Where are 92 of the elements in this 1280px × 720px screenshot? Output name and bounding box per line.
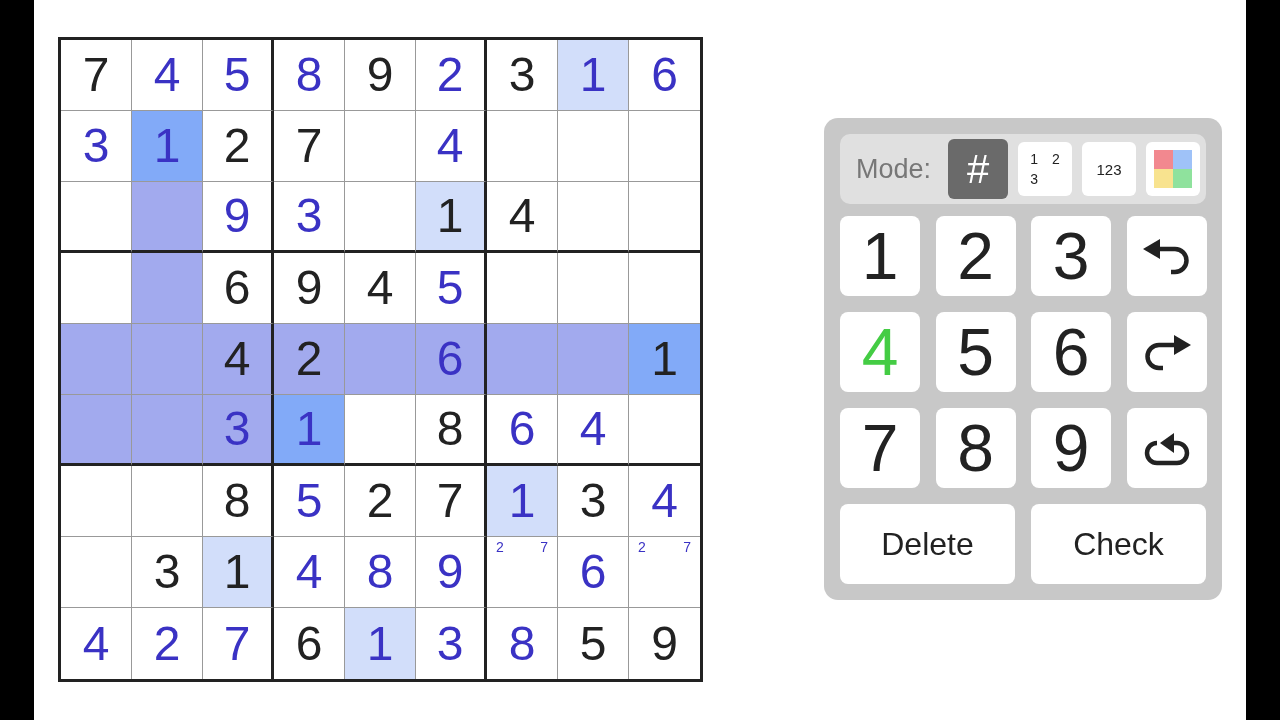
sudoku-cell[interactable]: 6: [558, 537, 629, 608]
pencil-mark: 2: [496, 540, 504, 554]
redo-icon: [1142, 333, 1191, 371]
delete-button[interactable]: Delete: [840, 504, 1015, 584]
sudoku-cell[interactable]: 3: [487, 40, 558, 111]
color-mode-button[interactable]: [1146, 142, 1201, 196]
sudoku-cell[interactable]: [345, 324, 416, 395]
digit-key[interactable]: 2: [935, 216, 1016, 296]
mode-label: Mode:: [856, 152, 932, 186]
undo-button[interactable]: [1126, 216, 1207, 296]
sudoku-cell[interactable]: [132, 253, 203, 324]
sudoku-cell[interactable]: 6: [203, 253, 274, 324]
sudoku-cell[interactable]: [132, 466, 203, 537]
sudoku-cell[interactable]: [558, 111, 629, 182]
sudoku-cell[interactable]: [558, 253, 629, 324]
digit-key[interactable]: 1: [840, 216, 920, 296]
sudoku-cell[interactable]: 2: [345, 466, 416, 537]
sudoku-cell[interactable]: 2 7: [487, 537, 558, 608]
sudoku-cell[interactable]: 8: [274, 40, 345, 111]
sudoku-cell[interactable]: 4: [274, 537, 345, 608]
sudoku-cell[interactable]: 4: [558, 395, 629, 466]
sudoku-cell[interactable]: 4: [416, 111, 487, 182]
sudoku-cell[interactable]: 2: [416, 40, 487, 111]
sudoku-cell[interactable]: 5: [203, 40, 274, 111]
sudoku-cell[interactable]: [487, 324, 558, 395]
sudoku-cell[interactable]: 7: [274, 111, 345, 182]
sudoku-cell[interactable]: [132, 182, 203, 253]
sudoku-cell[interactable]: 3: [203, 395, 274, 466]
restart-button[interactable]: [1126, 408, 1207, 488]
sudoku-cell[interactable]: [558, 182, 629, 253]
sudoku-cell[interactable]: 1: [132, 111, 203, 182]
sudoku-cell[interactable]: 4: [345, 253, 416, 324]
sudoku-cell[interactable]: 1: [487, 466, 558, 537]
sudoku-cell[interactable]: [345, 395, 416, 466]
pencil-mark: 2: [638, 540, 646, 554]
sudoku-cell[interactable]: 5: [274, 466, 345, 537]
sudoku-cell[interactable]: [487, 111, 558, 182]
sudoku-cell[interactable]: 4: [487, 182, 558, 253]
sudoku-cell[interactable]: [61, 253, 132, 324]
undo-icon: [1142, 237, 1191, 275]
sudoku-cell[interactable]: 7: [416, 466, 487, 537]
pencil-mark: 7: [540, 540, 548, 554]
sudoku-cell[interactable]: 5: [416, 253, 487, 324]
digit-key[interactable]: 3: [1031, 216, 1111, 296]
digit-mode-button[interactable]: #: [948, 139, 1009, 199]
sudoku-cell[interactable]: 4: [132, 40, 203, 111]
sudoku-cell[interactable]: 9: [203, 182, 274, 253]
sudoku-cell[interactable]: 1: [203, 537, 274, 608]
sudoku-cell[interactable]: [61, 537, 132, 608]
sudoku-cell[interactable]: 3: [61, 111, 132, 182]
sudoku-cell[interactable]: [132, 395, 203, 466]
check-button[interactable]: Check: [1031, 504, 1206, 584]
sudoku-cell[interactable]: 3: [132, 537, 203, 608]
sudoku-cell[interactable]: 4: [203, 324, 274, 395]
sudoku-cell[interactable]: 9: [416, 537, 487, 608]
sudoku-cell[interactable]: 2: [203, 111, 274, 182]
sudoku-cell[interactable]: 8: [345, 537, 416, 608]
circular-arrow-icon: [1142, 430, 1191, 466]
digit-key[interactable]: 6: [1031, 312, 1111, 392]
sudoku-cell[interactable]: [132, 324, 203, 395]
sudoku-cell[interactable]: 3: [274, 182, 345, 253]
sudoku-cell[interactable]: [345, 182, 416, 253]
sudoku-cell[interactable]: 3: [558, 466, 629, 537]
sudoku-cell[interactable]: 6: [487, 395, 558, 466]
redo-button[interactable]: [1126, 312, 1207, 392]
sudoku-cell[interactable]: [61, 182, 132, 253]
sudoku-cell[interactable]: 2: [274, 324, 345, 395]
sudoku-cell[interactable]: 8: [203, 466, 274, 537]
sudoku-cell[interactable]: 8: [416, 395, 487, 466]
sudoku-cell[interactable]: 9: [274, 253, 345, 324]
sudoku-cell[interactable]: [61, 466, 132, 537]
corner-mode-button[interactable]: 1 2 3: [1018, 142, 1073, 196]
sudoku-cell[interactable]: 1: [558, 40, 629, 111]
sudoku-cell[interactable]: 1: [416, 182, 487, 253]
sudoku-cell[interactable]: 6: [416, 324, 487, 395]
sudoku-cell[interactable]: 9: [345, 40, 416, 111]
digit-key[interactable]: 9: [1031, 408, 1111, 488]
sudoku-cell[interactable]: [61, 395, 132, 466]
pencil-mark: 7: [683, 540, 691, 554]
digit-key[interactable]: 8: [935, 408, 1016, 488]
digit-key[interactable]: 7: [840, 408, 920, 488]
sudoku-cell[interactable]: 1: [629, 324, 700, 395]
sudoku-cell[interactable]: 1: [345, 608, 416, 679]
sudoku-cell[interactable]: [487, 253, 558, 324]
sudoku-cell[interactable]: 1: [274, 395, 345, 466]
center-mode-button[interactable]: 123: [1082, 142, 1137, 196]
sudoku-cell[interactable]: [61, 324, 132, 395]
digit-key[interactable]: 5: [935, 312, 1016, 392]
sudoku-cell[interactable]: [345, 111, 416, 182]
color-squares-icon: [1154, 150, 1193, 188]
sudoku-cell[interactable]: 7: [61, 40, 132, 111]
sudoku-cell[interactable]: [558, 324, 629, 395]
